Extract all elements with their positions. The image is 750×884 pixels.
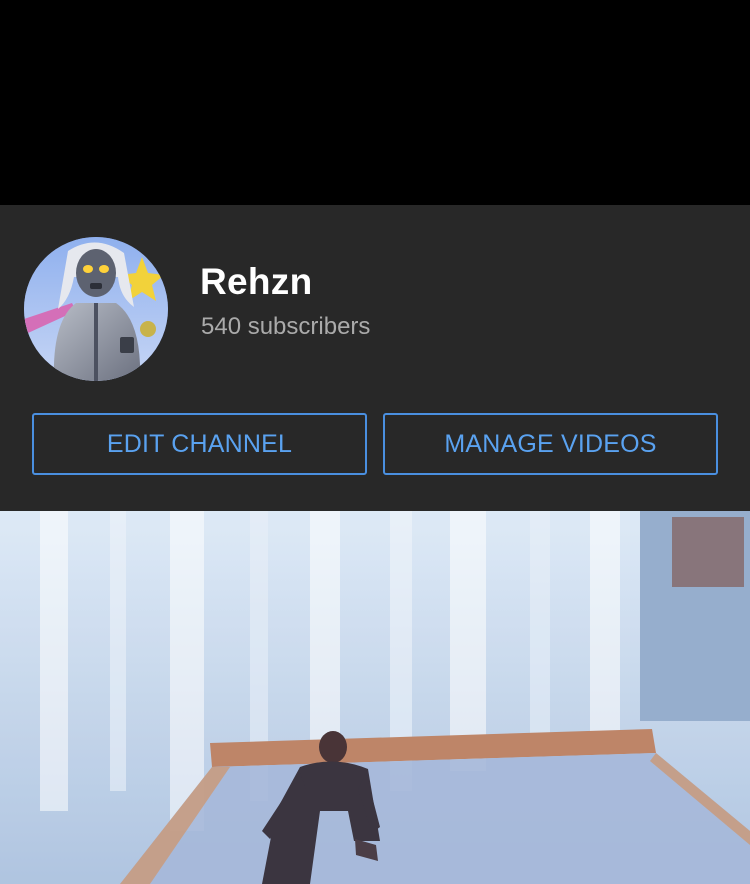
video-thumbnail[interactable] bbox=[0, 511, 750, 884]
character-avatar-icon bbox=[24, 237, 168, 381]
edit-channel-button[interactable]: EDIT CHANNEL bbox=[32, 413, 367, 475]
channel-name: Rehzn bbox=[200, 261, 313, 302]
game-scene-thumbnail bbox=[0, 511, 750, 884]
subscriber-count: 540 subscribers bbox=[201, 313, 371, 340]
channel-banner bbox=[0, 0, 750, 205]
manage-videos-button[interactable]: MANAGE VIDEOS bbox=[383, 413, 718, 475]
channel-page: Rehzn 540 subscribers EDIT CHANNEL MANAG… bbox=[0, 0, 750, 884]
channel-avatar[interactable] bbox=[24, 237, 168, 381]
channel-header: Rehzn 540 subscribers EDIT CHANNEL MANAG… bbox=[0, 205, 750, 511]
